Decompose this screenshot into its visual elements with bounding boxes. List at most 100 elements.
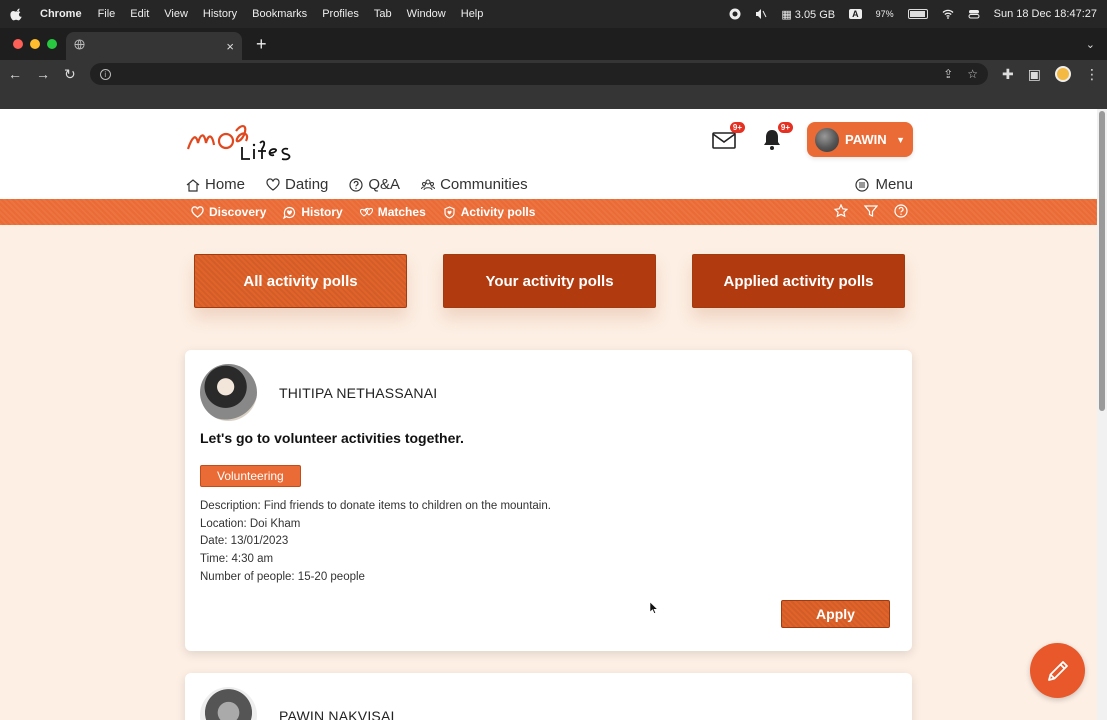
page-scrollbar[interactable] <box>1097 109 1107 720</box>
browser-toolbar-spacer <box>0 88 1107 109</box>
header-actions: 9+ 9+ PAWIN ▼ <box>711 121 913 157</box>
back-arrow-icon[interactable]: ← <box>8 66 22 82</box>
mute-icon[interactable] <box>755 8 767 20</box>
filter-icon[interactable] <box>864 204 878 218</box>
star-icon[interactable] <box>834 204 848 218</box>
poster-avatar[interactable] <box>200 687 257 720</box>
menubar-history[interactable]: History <box>203 8 237 20</box>
menubar-status-area: ▦ 3.05 GB A 97% Sun 18 Dec 18:47:27 <box>729 8 1097 21</box>
poster-name[interactable]: PAWIN NAKVISAI <box>279 708 395 720</box>
wifi-icon[interactable] <box>942 8 954 20</box>
address-bar-actions: ⇪ ☆ <box>943 67 978 81</box>
profile-avatar[interactable] <box>1055 66 1071 82</box>
poster-avatar[interactable] <box>200 364 257 421</box>
subnav-history[interactable]: History <box>283 205 343 219</box>
menubar-edit[interactable]: Edit <box>130 8 149 20</box>
apple-icon[interactable] <box>10 7 24 21</box>
mail-count-badge: 9+ <box>729 121 745 133</box>
subnav-matches[interactable]: Matches <box>359 205 426 219</box>
pencil-icon <box>1047 660 1068 681</box>
question-circle-icon <box>349 177 363 192</box>
nav-dating-label: Dating <box>285 176 329 193</box>
user-menu-button[interactable]: PAWIN ▼ <box>807 122 913 157</box>
applied-activity-polls-button[interactable]: Applied activity polls <box>692 254 905 308</box>
reload-icon[interactable]: ↻ <box>64 66 76 83</box>
nav-communities[interactable]: Communities <box>421 176 528 193</box>
memory-indicator[interactable]: ▦ 3.05 GB <box>781 8 835 21</box>
site-logo[interactable] <box>186 119 298 171</box>
main-nav: Home Dating Q&A Communities <box>186 176 528 193</box>
notification-count-badge: 9+ <box>777 121 793 133</box>
sub-nav: Discovery History Matches Activity polls <box>0 199 1097 225</box>
create-post-button[interactable] <box>1030 643 1085 698</box>
extensions-puzzle-icon[interactable]: ✚ <box>1002 66 1014 83</box>
nav-qa[interactable]: Q&A <box>349 176 400 193</box>
minimize-window-button[interactable] <box>30 39 40 49</box>
address-bar[interactable]: i ⇪ ☆ <box>89 63 989 85</box>
home-icon <box>186 178 200 192</box>
side-panel-icon[interactable]: ▣ <box>1028 66 1041 83</box>
nav-qa-label: Q&A <box>368 176 401 193</box>
subnav-discovery-label: Discovery <box>209 205 267 219</box>
caret-down-icon: ▼ <box>896 134 905 145</box>
your-activity-polls-button[interactable]: Your activity polls <box>443 254 656 308</box>
menubar-clock[interactable]: Sun 18 Dec 18:47:27 <box>994 8 1097 20</box>
poll-details: Description: Find friends to donate item… <box>200 498 551 587</box>
poll-filter-buttons: All activity polls Your activity polls A… <box>194 254 905 308</box>
new-tab-button[interactable]: + <box>256 34 267 55</box>
browser-toolbar: ← → ↻ i ⇪ ☆ ✚ ▣ ⋮ <box>0 60 1107 88</box>
heart-icon <box>266 177 280 191</box>
menubar-help[interactable]: Help <box>461 8 484 20</box>
menubar-file[interactable]: File <box>98 8 116 20</box>
nav-communities-label: Communities <box>440 176 528 193</box>
poster-name[interactable]: THITIPA NETHASSANAI <box>279 385 437 401</box>
apply-button[interactable]: Apply <box>781 600 890 628</box>
menubar-window[interactable]: Window <box>407 8 446 20</box>
input-source-badge[interactable]: A <box>849 9 862 19</box>
scrollbar-thumb[interactable] <box>1099 111 1105 411</box>
more-menu-icon[interactable]: ⋮ <box>1085 66 1099 83</box>
browser-tab[interactable]: × <box>66 32 242 60</box>
poll-title: Let's go to volunteer activities togethe… <box>200 430 464 446</box>
help-circle-icon[interactable] <box>894 204 908 218</box>
nav-dating[interactable]: Dating <box>266 176 328 193</box>
subnav-discovery[interactable]: Discovery <box>191 205 266 219</box>
tab-close-icon[interactable]: × <box>226 39 234 54</box>
subnav-activity-polls-label: Activity polls <box>460 205 536 219</box>
menubar-view[interactable]: View <box>164 8 188 20</box>
forward-arrow-icon[interactable]: → <box>36 66 50 82</box>
macos-menubar: Chrome File Edit View History Bookmarks … <box>0 0 1107 28</box>
menubar-profiles[interactable]: Profiles <box>322 8 359 20</box>
battery-percent: 97% <box>875 9 894 19</box>
record-icon[interactable] <box>729 8 741 20</box>
logo-graphic <box>186 125 291 161</box>
menubar-bookmarks[interactable]: Bookmarks <box>252 8 307 20</box>
poll-description: Description: Find friends to donate item… <box>200 500 551 512</box>
control-center-icon[interactable] <box>968 8 980 20</box>
tab-search-chevron-icon[interactable]: ⌄ <box>1086 38 1095 51</box>
battery-icon[interactable] <box>907 9 928 19</box>
menu-button[interactable]: Menu <box>855 176 913 193</box>
nav-home[interactable]: Home <box>186 176 245 193</box>
heart-shield-icon <box>444 205 455 219</box>
poster-info: PAWIN NAKVISAI <box>200 687 395 720</box>
category-tag: Volunteering <box>200 465 301 487</box>
subnav-activity-polls[interactable]: Activity polls <box>443 205 536 219</box>
close-window-button[interactable] <box>13 39 23 49</box>
site-header: 9+ 9+ PAWIN ▼ Home Dating Q&A Communitie… <box>0 109 1097 199</box>
bookmark-star-icon[interactable]: ☆ <box>967 67 978 81</box>
menubar-app-name[interactable]: Chrome <box>40 8 82 20</box>
menubar-tab[interactable]: Tab <box>374 8 392 20</box>
subnav-history-label: History <box>301 205 343 219</box>
poll-date: Date: 13/01/2023 <box>200 535 289 548</box>
heart-chat-icon <box>283 206 296 219</box>
all-activity-polls-button[interactable]: All activity polls <box>194 254 407 308</box>
heart-search-icon <box>191 205 204 218</box>
site-info-icon[interactable]: i <box>99 68 111 80</box>
share-icon[interactable]: ⇪ <box>943 67 953 81</box>
notifications-button[interactable]: 9+ <box>759 121 793 153</box>
mail-button[interactable]: 9+ <box>711 121 745 153</box>
globe-icon <box>74 39 85 53</box>
people-group-icon <box>421 179 436 190</box>
zoom-window-button[interactable] <box>47 39 57 49</box>
